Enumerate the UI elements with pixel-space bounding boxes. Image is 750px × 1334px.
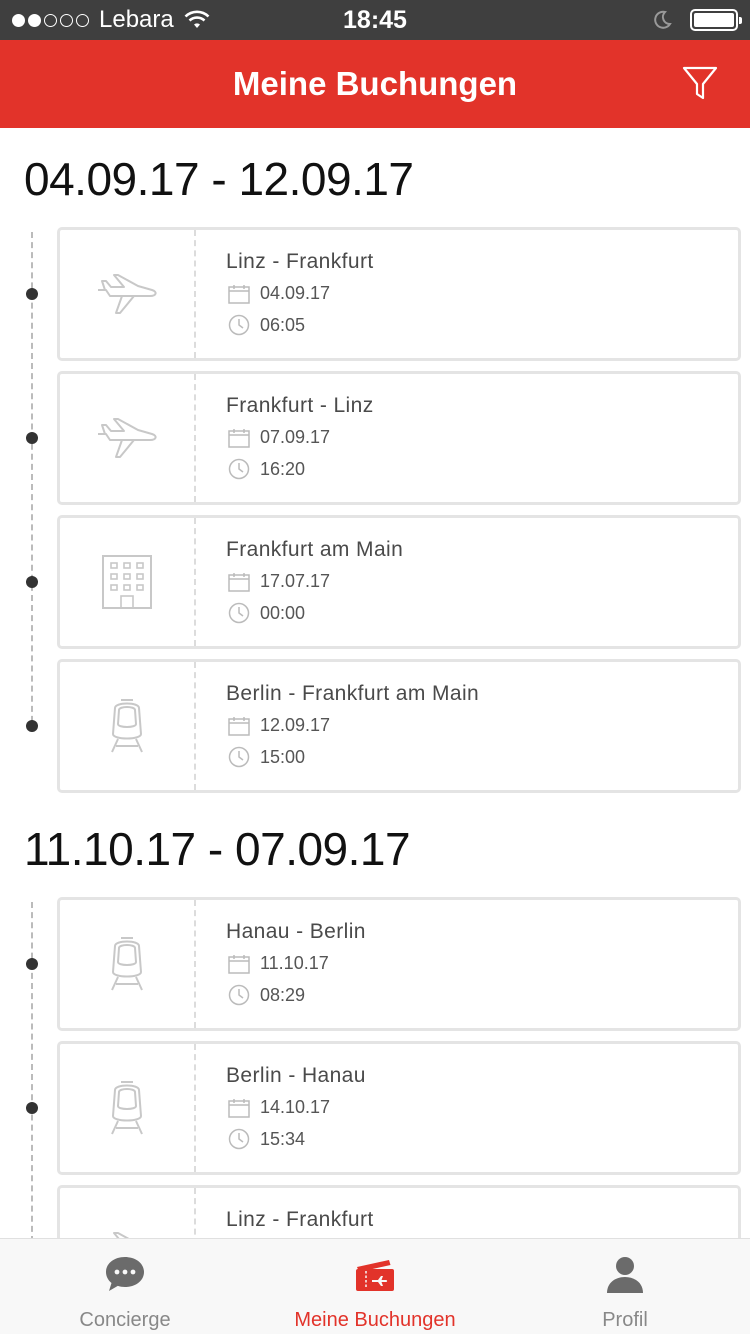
booking-card[interactable]: Berlin - Hanau 14.10.17 15:34	[57, 1041, 741, 1175]
tab-label: Profil	[602, 1309, 648, 1331]
timeline-dot	[26, 288, 38, 300]
booking-date: 07.09.17	[260, 427, 331, 447]
person-icon	[607, 1257, 643, 1293]
timeline-dot	[26, 720, 38, 732]
clock-icon	[228, 314, 250, 336]
filter-icon[interactable]	[680, 64, 720, 104]
clock-icon	[228, 984, 250, 1006]
booking-card[interactable]: Frankfurt am Main 17.07.17 00:00	[57, 515, 741, 649]
booking-time: 08:29	[260, 984, 306, 1005]
page-title: Meine Buchungen	[232, 65, 518, 102]
ticket-icon	[356, 1260, 394, 1291]
clock-icon	[228, 602, 250, 624]
booking-date: 12.09.17	[260, 715, 331, 735]
calendar-icon	[228, 716, 250, 736]
timeline-dot	[26, 958, 38, 970]
airplane-icon	[98, 274, 157, 314]
moon-icon	[654, 10, 672, 29]
timeline-dot	[26, 576, 38, 588]
clock-icon	[228, 458, 250, 480]
clock-icon	[228, 1128, 250, 1150]
booking-title: Frankfurt - Linz	[226, 394, 374, 417]
booking-title: Berlin - Frankfurt am Main	[226, 682, 480, 705]
booking-time: 15:34	[260, 1128, 306, 1149]
calendar-icon	[228, 284, 250, 304]
clock: 18:45	[343, 6, 407, 34]
calendar-icon	[228, 1098, 250, 1118]
battery-icon	[690, 9, 742, 31]
navigation-bar: Meine Buchungen	[0, 40, 750, 128]
hotel-building-icon	[102, 555, 152, 609]
train-icon	[111, 937, 143, 991]
airplane-icon	[98, 418, 157, 458]
calendar-icon	[228, 428, 250, 448]
booking-card[interactable]: Frankfurt - Linz 07.09.17 16:20	[57, 371, 741, 505]
booking-card[interactable]: Hanau - Berlin 11.10.17 08:29	[57, 897, 741, 1031]
booking-title: Linz - Frankfurt	[226, 1208, 374, 1231]
booking-date: 11.10.17	[260, 953, 329, 973]
train-icon	[111, 699, 143, 753]
booking-title: Frankfurt am Main	[226, 538, 404, 561]
clock-icon	[228, 746, 250, 768]
booking-title: Linz - Frankfurt	[226, 250, 374, 273]
booking-card[interactable]: Linz - Frankfurt 04.09.17 06:05	[57, 227, 741, 361]
booking-time: 16:20	[260, 458, 306, 479]
booking-title: Hanau - Berlin	[226, 920, 366, 943]
booking-card[interactable]: Linz - Frankfurt	[57, 1185, 741, 1238]
tab-meine-buchungen[interactable]: Meine Buchungen	[250, 1239, 500, 1334]
tab-label: Meine Buchungen	[294, 1309, 456, 1331]
timeline-dot	[26, 1102, 38, 1114]
booking-time: 00:00	[260, 602, 306, 623]
booking-time: 15:00	[260, 746, 306, 767]
booking-card[interactable]: Berlin - Frankfurt am Main 12.09.17 15:0…	[57, 659, 741, 793]
chat-bubble-icon	[106, 1257, 144, 1291]
date-range-heading: 04.09.17 - 12.09.17	[24, 153, 414, 205]
airplane-icon	[102, 1232, 130, 1238]
booking-date: 14.10.17	[260, 1097, 331, 1117]
timeline-line	[31, 232, 33, 732]
tab-profil[interactable]: Profil	[500, 1239, 750, 1334]
date-range-heading: 11.10.17 - 07.09.17	[24, 823, 411, 875]
calendar-icon	[228, 572, 250, 592]
booking-date: 04.09.17	[260, 283, 331, 303]
booking-title: Berlin - Hanau	[226, 1064, 366, 1087]
timeline-dot	[26, 432, 38, 444]
tab-label: Concierge	[79, 1309, 171, 1331]
booking-date: 17.07.17	[260, 571, 331, 591]
status-bar: Lebara 18:45	[0, 0, 750, 40]
timeline-line	[31, 902, 33, 1238]
tab-bar: Concierge Meine Buchungen Profil	[0, 1238, 750, 1334]
booking-time: 06:05	[260, 314, 306, 335]
bookings-list[interactable]: 04.09.17 - 12.09.17 Linz - Frankfurt 04.…	[0, 128, 750, 1238]
train-icon	[111, 1081, 143, 1135]
tab-concierge[interactable]: Concierge	[0, 1239, 250, 1334]
calendar-icon	[228, 954, 250, 974]
